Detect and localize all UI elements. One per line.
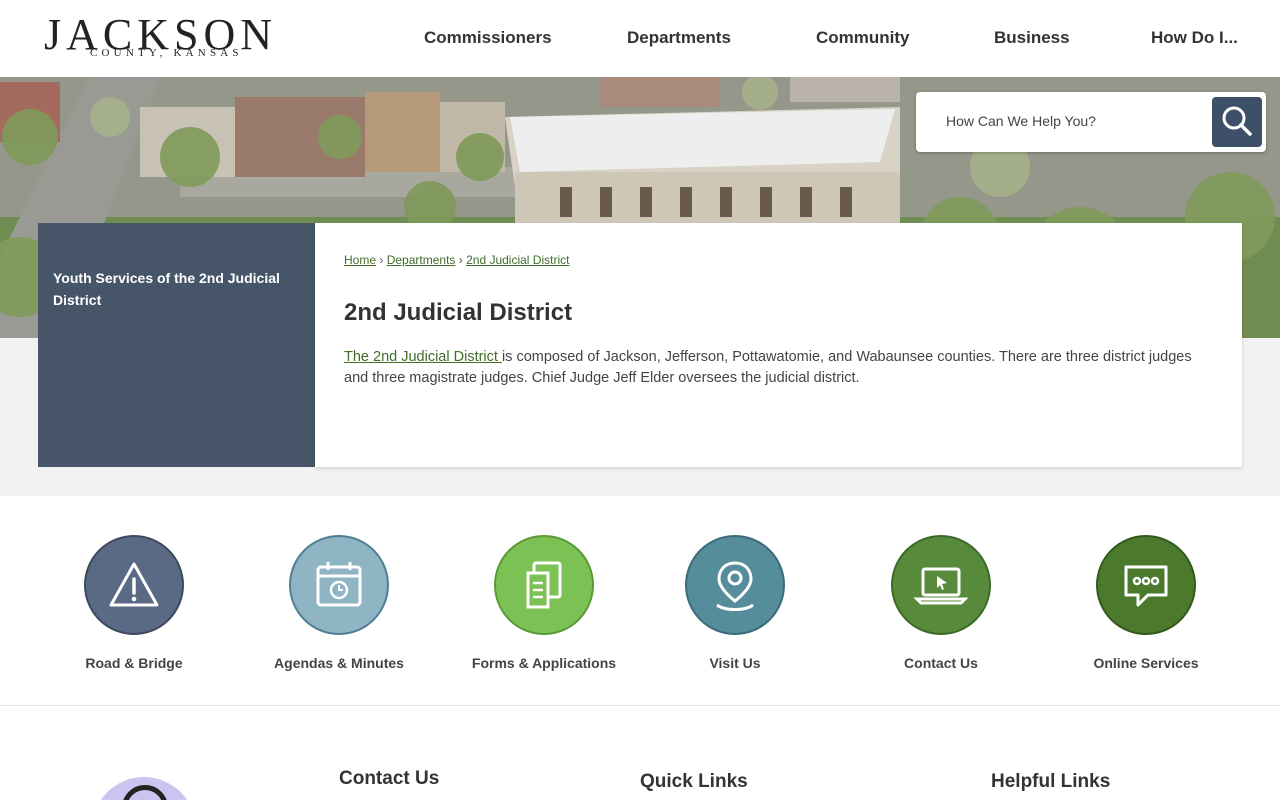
nav-youth-services[interactable]: Youth Services of the 2nd Judicial Distr… (53, 267, 293, 311)
search-icon (1222, 106, 1252, 136)
quick-link-label: Road & Bridge (85, 655, 183, 671)
warning-icon (84, 535, 184, 635)
quick-link-forms[interactable]: Forms & Applications (444, 535, 644, 671)
nav-departments[interactable]: Departments (627, 28, 731, 48)
quick-link-label: Agendas & Minutes (274, 655, 404, 671)
quick-link-label: Online Services (1093, 655, 1199, 671)
page-body: The 2nd Judicial District is composed of… (344, 347, 1204, 389)
quick-link-online-services[interactable]: Online Services (1046, 535, 1246, 671)
breadcrumb-departments[interactable]: Departments (387, 253, 456, 267)
logo-subtitle: COUNTY, KANSAS (90, 47, 243, 59)
quick-link-agendas[interactable]: Agendas & Minutes (239, 535, 439, 671)
location-pin-icon (685, 535, 785, 635)
site-footer: Contact Us Quick Links Helpful Links (0, 707, 1280, 800)
district-link[interactable]: The 2nd Judicial District (344, 349, 502, 365)
breadcrumb-home[interactable]: Home (344, 253, 376, 267)
chat-bubble-icon (1096, 535, 1196, 635)
site-search (916, 92, 1266, 152)
breadcrumb-separator: › (379, 253, 384, 267)
main-nav: Commissioners Departments Community Busi… (380, 0, 1260, 77)
footer-helpful-links-heading: Helpful Links (991, 771, 1111, 792)
quick-link-visit-us[interactable]: Visit Us (635, 535, 835, 671)
laptop-cursor-icon (891, 535, 991, 635)
footer-quick-links-heading: Quick Links (640, 771, 748, 792)
secondary-nav: Youth Services of the 2nd Judicial Distr… (38, 223, 315, 467)
quick-link-road-bridge[interactable]: Road & Bridge (34, 535, 234, 671)
site-header: JACKSON COUNTY, KANSAS Commissioners Dep… (0, 0, 1280, 77)
breadcrumb-current[interactable]: 2nd Judicial District (466, 253, 569, 267)
footer-seal-logo (92, 777, 196, 800)
breadcrumb: Home › Departments › 2nd Judicial Distri… (344, 253, 569, 267)
calendar-icon (289, 535, 389, 635)
breadcrumb-separator: › (458, 253, 463, 267)
nav-commissioners[interactable]: Commissioners (424, 28, 552, 48)
search-button[interactable] (1212, 97, 1262, 147)
footer-contact-heading: Contact Us (339, 768, 440, 789)
page-title: 2nd Judicial District (344, 299, 573, 326)
quick-link-label: Contact Us (904, 655, 978, 671)
nav-community[interactable]: Community (816, 28, 910, 48)
county-logo[interactable]: JACKSON COUNTY, KANSAS (44, 12, 272, 62)
nav-how-do-i[interactable]: How Do I... (1151, 28, 1238, 48)
main-content: Home › Departments › 2nd Judicial Distri… (315, 223, 1242, 467)
nav-business[interactable]: Business (994, 28, 1070, 48)
quick-link-label: Visit Us (709, 655, 761, 671)
search-input[interactable] (930, 106, 1200, 136)
quick-links-row: Road & Bridge Agendas & Minutes Forms & … (0, 496, 1280, 706)
quick-link-contact-us[interactable]: Contact Us (841, 535, 1041, 671)
documents-icon (494, 535, 594, 635)
quick-link-label: Forms & Applications (471, 655, 617, 671)
